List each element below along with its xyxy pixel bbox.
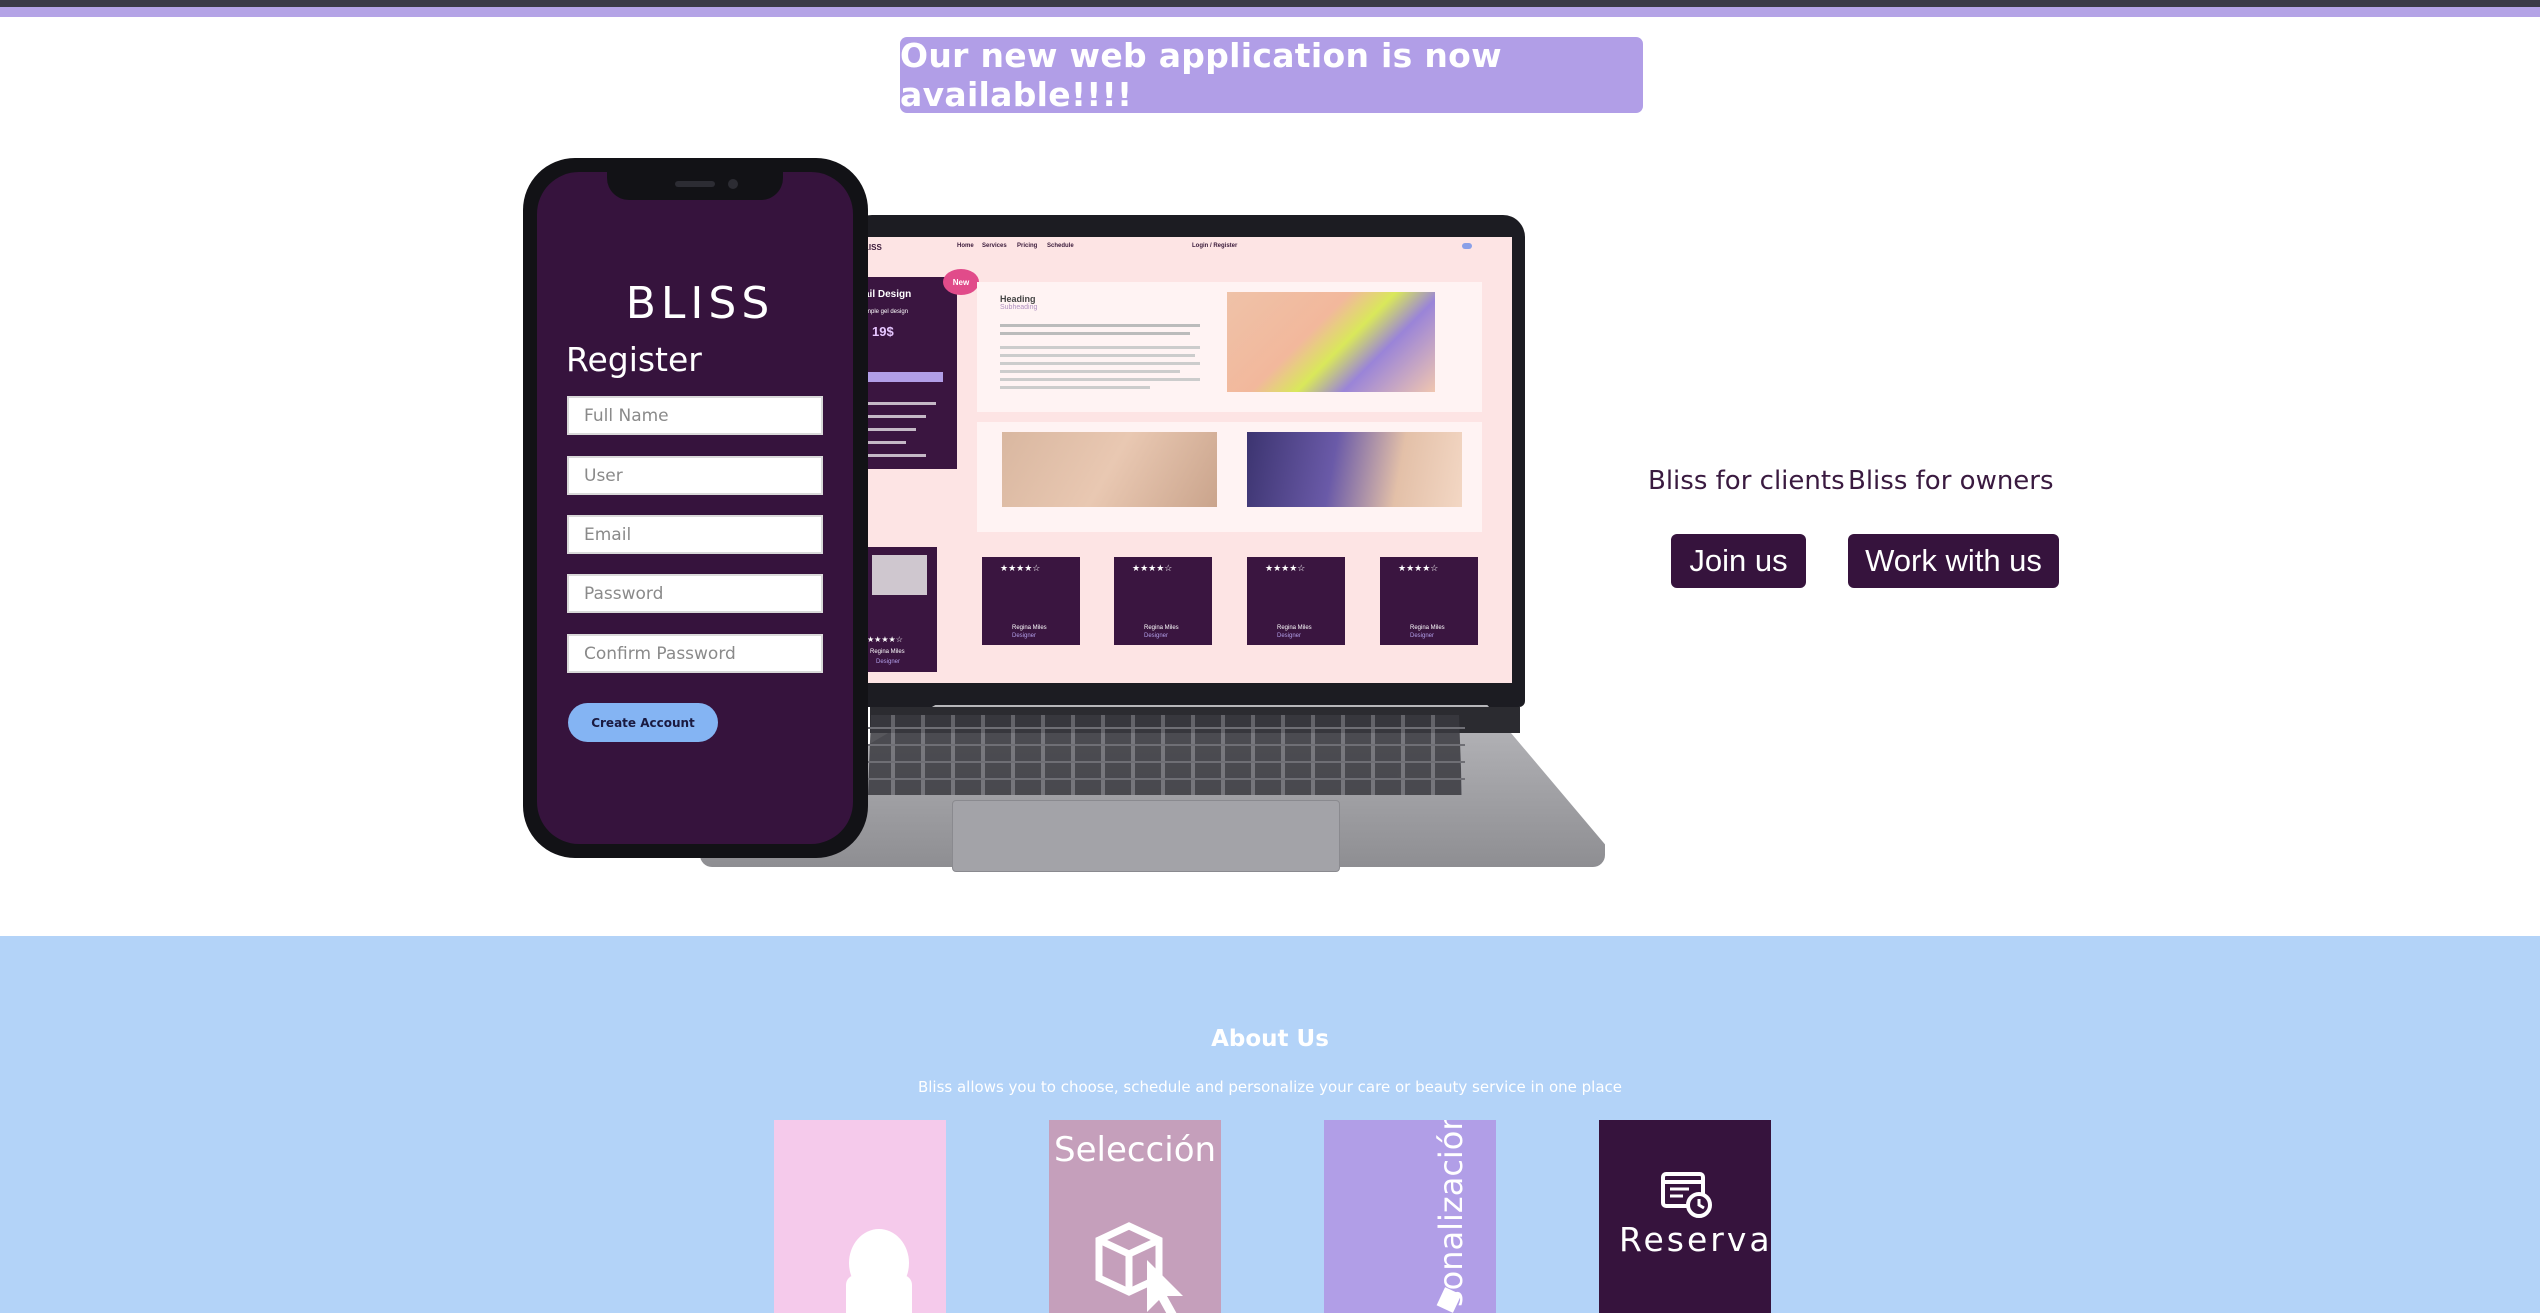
mini-line-4 [866, 441, 906, 444]
mini-manicure-photo [1247, 432, 1462, 507]
mini-reviewer-role: Designer [1410, 633, 1435, 639]
mini-testimonial-card: ★★★★☆ Regina Miles Designer [982, 557, 1080, 645]
mini-nails-photo [1227, 292, 1435, 392]
mini-reviewer-name: Regina Miles [1012, 625, 1047, 631]
mini-stars: ★★★★☆ [867, 635, 903, 644]
calendar-clock-icon [1661, 1172, 1712, 1218]
mini-testimonial-card: ★★★★☆ Regina Miles Designer [1114, 557, 1212, 645]
person-silhouette-icon [846, 1229, 912, 1313]
mini-text-line [1000, 362, 1200, 365]
mini-heading: Heading [1000, 294, 1036, 304]
mini-reviewer-name: Regina Miles [1410, 625, 1445, 631]
mini-text-line [1000, 370, 1180, 373]
owners-label: Bliss for owners [1848, 466, 2054, 496]
mini-nav-pricing: Pricing [1017, 243, 1038, 249]
mini-sidebar-sub: mple gel design [866, 309, 909, 315]
mini-stars: ★★★★☆ [1132, 563, 1173, 573]
about-tile-reserva[interactable]: Reserva [1599, 1120, 1771, 1313]
brush-icon [1436, 1287, 1462, 1313]
mini-sidebar-title: ail Design [864, 289, 912, 300]
mini-text-line [1000, 378, 1200, 381]
register-heading: Register [566, 340, 702, 379]
confirm-password-field[interactable]: Confirm Password [567, 634, 823, 673]
mini-nav: LISS Home Services Pricing Schedule Logi… [862, 237, 1512, 255]
mini-stars: ★★★★☆ [1000, 563, 1041, 573]
join-us-button[interactable]: Join us [1671, 534, 1806, 588]
work-with-us-button[interactable]: Work with us [1848, 534, 2059, 588]
about-section [0, 936, 2540, 1313]
mini-nav-schedule: Schedule [1047, 243, 1074, 249]
mini-reviewer-role: Designer [1012, 633, 1037, 639]
mini-sidebar-button [868, 372, 943, 382]
mini-new-badge: New [943, 269, 979, 295]
top-bar [0, 0, 2540, 7]
mini-line-3 [866, 428, 916, 431]
phone-screen [537, 172, 853, 844]
mini-price: 19$ [872, 324, 894, 339]
laptop-screen: LISS Home Services Pricing Schedule Logi… [862, 237, 1512, 683]
laptop-keyboard-rows [865, 715, 1465, 795]
mini-reviewer-name: Regina Miles [1277, 625, 1312, 631]
about-tile-personalizacion[interactable]: sonalización [1324, 1120, 1496, 1313]
mini-text-line [1000, 354, 1195, 357]
mini-reviewer-role: Designer [876, 659, 901, 665]
phone-camera [728, 179, 738, 189]
top-accent-bar [0, 7, 2540, 17]
mini-text-line [1000, 324, 1200, 327]
mini-testimonial-card: ★★★★☆ Regina Miles Designer [1247, 557, 1345, 645]
page: Our new web application is now available… [0, 0, 2540, 1313]
mini-nav-home: Home [957, 243, 974, 249]
mini-reviewer-name: Regina Miles [1144, 625, 1179, 631]
announcement-banner: Our new web application is now available… [900, 36, 1643, 114]
tile-label-personalizacion: sonalización [1432, 1120, 1470, 1307]
mini-testimonial-portrait: ★★★★☆ Regina Miles Designer [862, 547, 937, 672]
user-field[interactable]: User [567, 456, 823, 495]
mini-nailfile-photo [1002, 432, 1217, 507]
mini-avatar [1462, 243, 1472, 249]
about-subtitle: Bliss allows you to choose, schedule and… [917, 1078, 1623, 1096]
mini-stars: ★★★★☆ [1398, 563, 1439, 573]
box-cursor-icon [1095, 1222, 1183, 1313]
mini-sidebar: ail Design mple gel design 19$ [862, 277, 957, 469]
mini-text-line [1000, 386, 1150, 389]
mini-reviewer-role: Designer [1144, 633, 1169, 639]
mini-nav-services: Services [982, 243, 1007, 249]
mini-reviewer-role: Designer [1277, 633, 1302, 639]
laptop-trackpad [952, 800, 1340, 872]
phone-speaker [675, 181, 715, 187]
mini-subheading: Subheading [1000, 304, 1038, 311]
tile-label-reserva: Reserva [1619, 1220, 1771, 1259]
mini-stars: ★★★★☆ [1265, 563, 1306, 573]
mini-text-line [1000, 346, 1200, 349]
mini-line-5 [866, 454, 926, 457]
mini-testimonial-card: ★★★★☆ Regina Miles Designer [1380, 557, 1478, 645]
mini-line-1 [866, 402, 936, 405]
password-field[interactable]: Password [567, 574, 823, 613]
about-tile-seleccion[interactable]: Selección [1049, 1120, 1221, 1313]
clients-label: Bliss for clients [1648, 466, 1845, 496]
phone-brand-logo: BLISS [625, 278, 775, 329]
create-account-button[interactable]: Create Account [568, 703, 718, 742]
about-tile-profile[interactable] [774, 1120, 946, 1313]
mini-text-line [1000, 332, 1190, 335]
tile-label-seleccion: Selección [1054, 1130, 1217, 1170]
mini-reviewer-name: Regina Miles [870, 649, 905, 655]
mini-login: Login / Register [1192, 243, 1238, 249]
about-title: About Us [1211, 1026, 1329, 1052]
full-name-field[interactable]: Full Name [567, 396, 823, 435]
email-field[interactable]: Email [567, 515, 823, 554]
mini-line-2 [866, 415, 926, 418]
mini-portrait-image [872, 555, 927, 595]
